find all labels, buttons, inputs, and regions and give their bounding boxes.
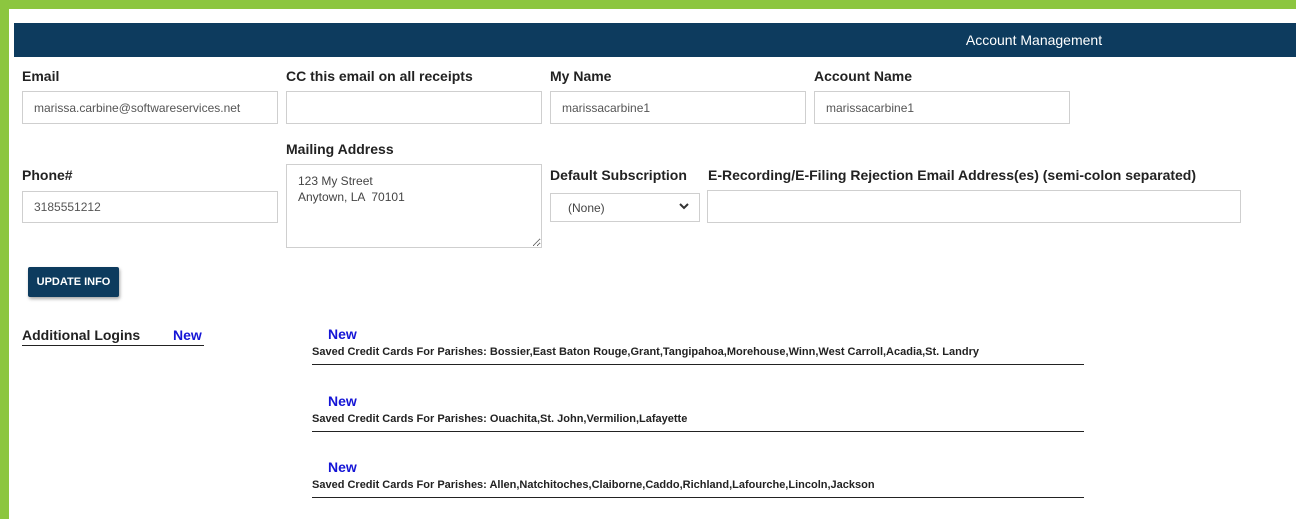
saved-cards-new-link[interactable]: New (328, 459, 357, 475)
additional-logins-new-link[interactable]: New (173, 327, 202, 343)
my-name-field[interactable] (550, 91, 806, 124)
saved-cards-group-2: New Saved Credit Cards For Parishes: Oua… (312, 393, 1084, 432)
phone-field[interactable] (22, 191, 278, 223)
default-subscription-value: (None) (568, 201, 605, 215)
page-title: Account Management (965, 32, 1103, 48)
mailing-address-field[interactable]: 123 My Street Anytown, LA 70101 (286, 164, 542, 248)
update-info-button[interactable]: UPDATE INFO (28, 267, 119, 297)
email-label: Email (22, 68, 60, 84)
mailing-address-label: Mailing Address (286, 141, 394, 157)
my-name-label: My Name (550, 68, 612, 84)
account-name-field[interactable] (814, 91, 1070, 124)
rejection-email-label: E-Recording/E-Filing Rejection Email Add… (708, 167, 1197, 183)
account-name-label: Account Name (814, 68, 913, 84)
frame-border-top (0, 0, 1296, 9)
saved-cards-description: Saved Credit Cards For Parishes: Ouachit… (312, 413, 688, 425)
saved-cards-new-link[interactable]: New (328, 393, 357, 409)
cc-email-field[interactable] (286, 91, 542, 124)
frame-border-left (0, 0, 9, 519)
additional-logins-label: Additional Logins (22, 327, 141, 343)
saved-cards-description: Saved Credit Cards For Parishes: Bossier… (312, 346, 979, 358)
saved-cards-description: Saved Credit Cards For Parishes: Allen,N… (312, 479, 875, 491)
email-field[interactable] (22, 91, 278, 124)
saved-cards-group-1: New Saved Credit Cards For Parishes: Bos… (312, 326, 1084, 365)
cc-email-label: CC this email on all receipts (286, 68, 473, 84)
saved-cards-group-3: New Saved Credit Cards For Parishes: All… (312, 459, 1084, 498)
header-bar: Account Management (14, 23, 1296, 57)
chevron-down-icon (679, 203, 689, 210)
default-subscription-select[interactable]: (None) (550, 193, 700, 222)
phone-label: Phone# (22, 167, 73, 183)
rejection-email-field[interactable] (707, 190, 1241, 223)
default-subscription-label: Default Subscription (550, 167, 687, 183)
additional-logins: Additional Logins New (22, 327, 204, 346)
saved-cards-new-link[interactable]: New (328, 326, 357, 342)
